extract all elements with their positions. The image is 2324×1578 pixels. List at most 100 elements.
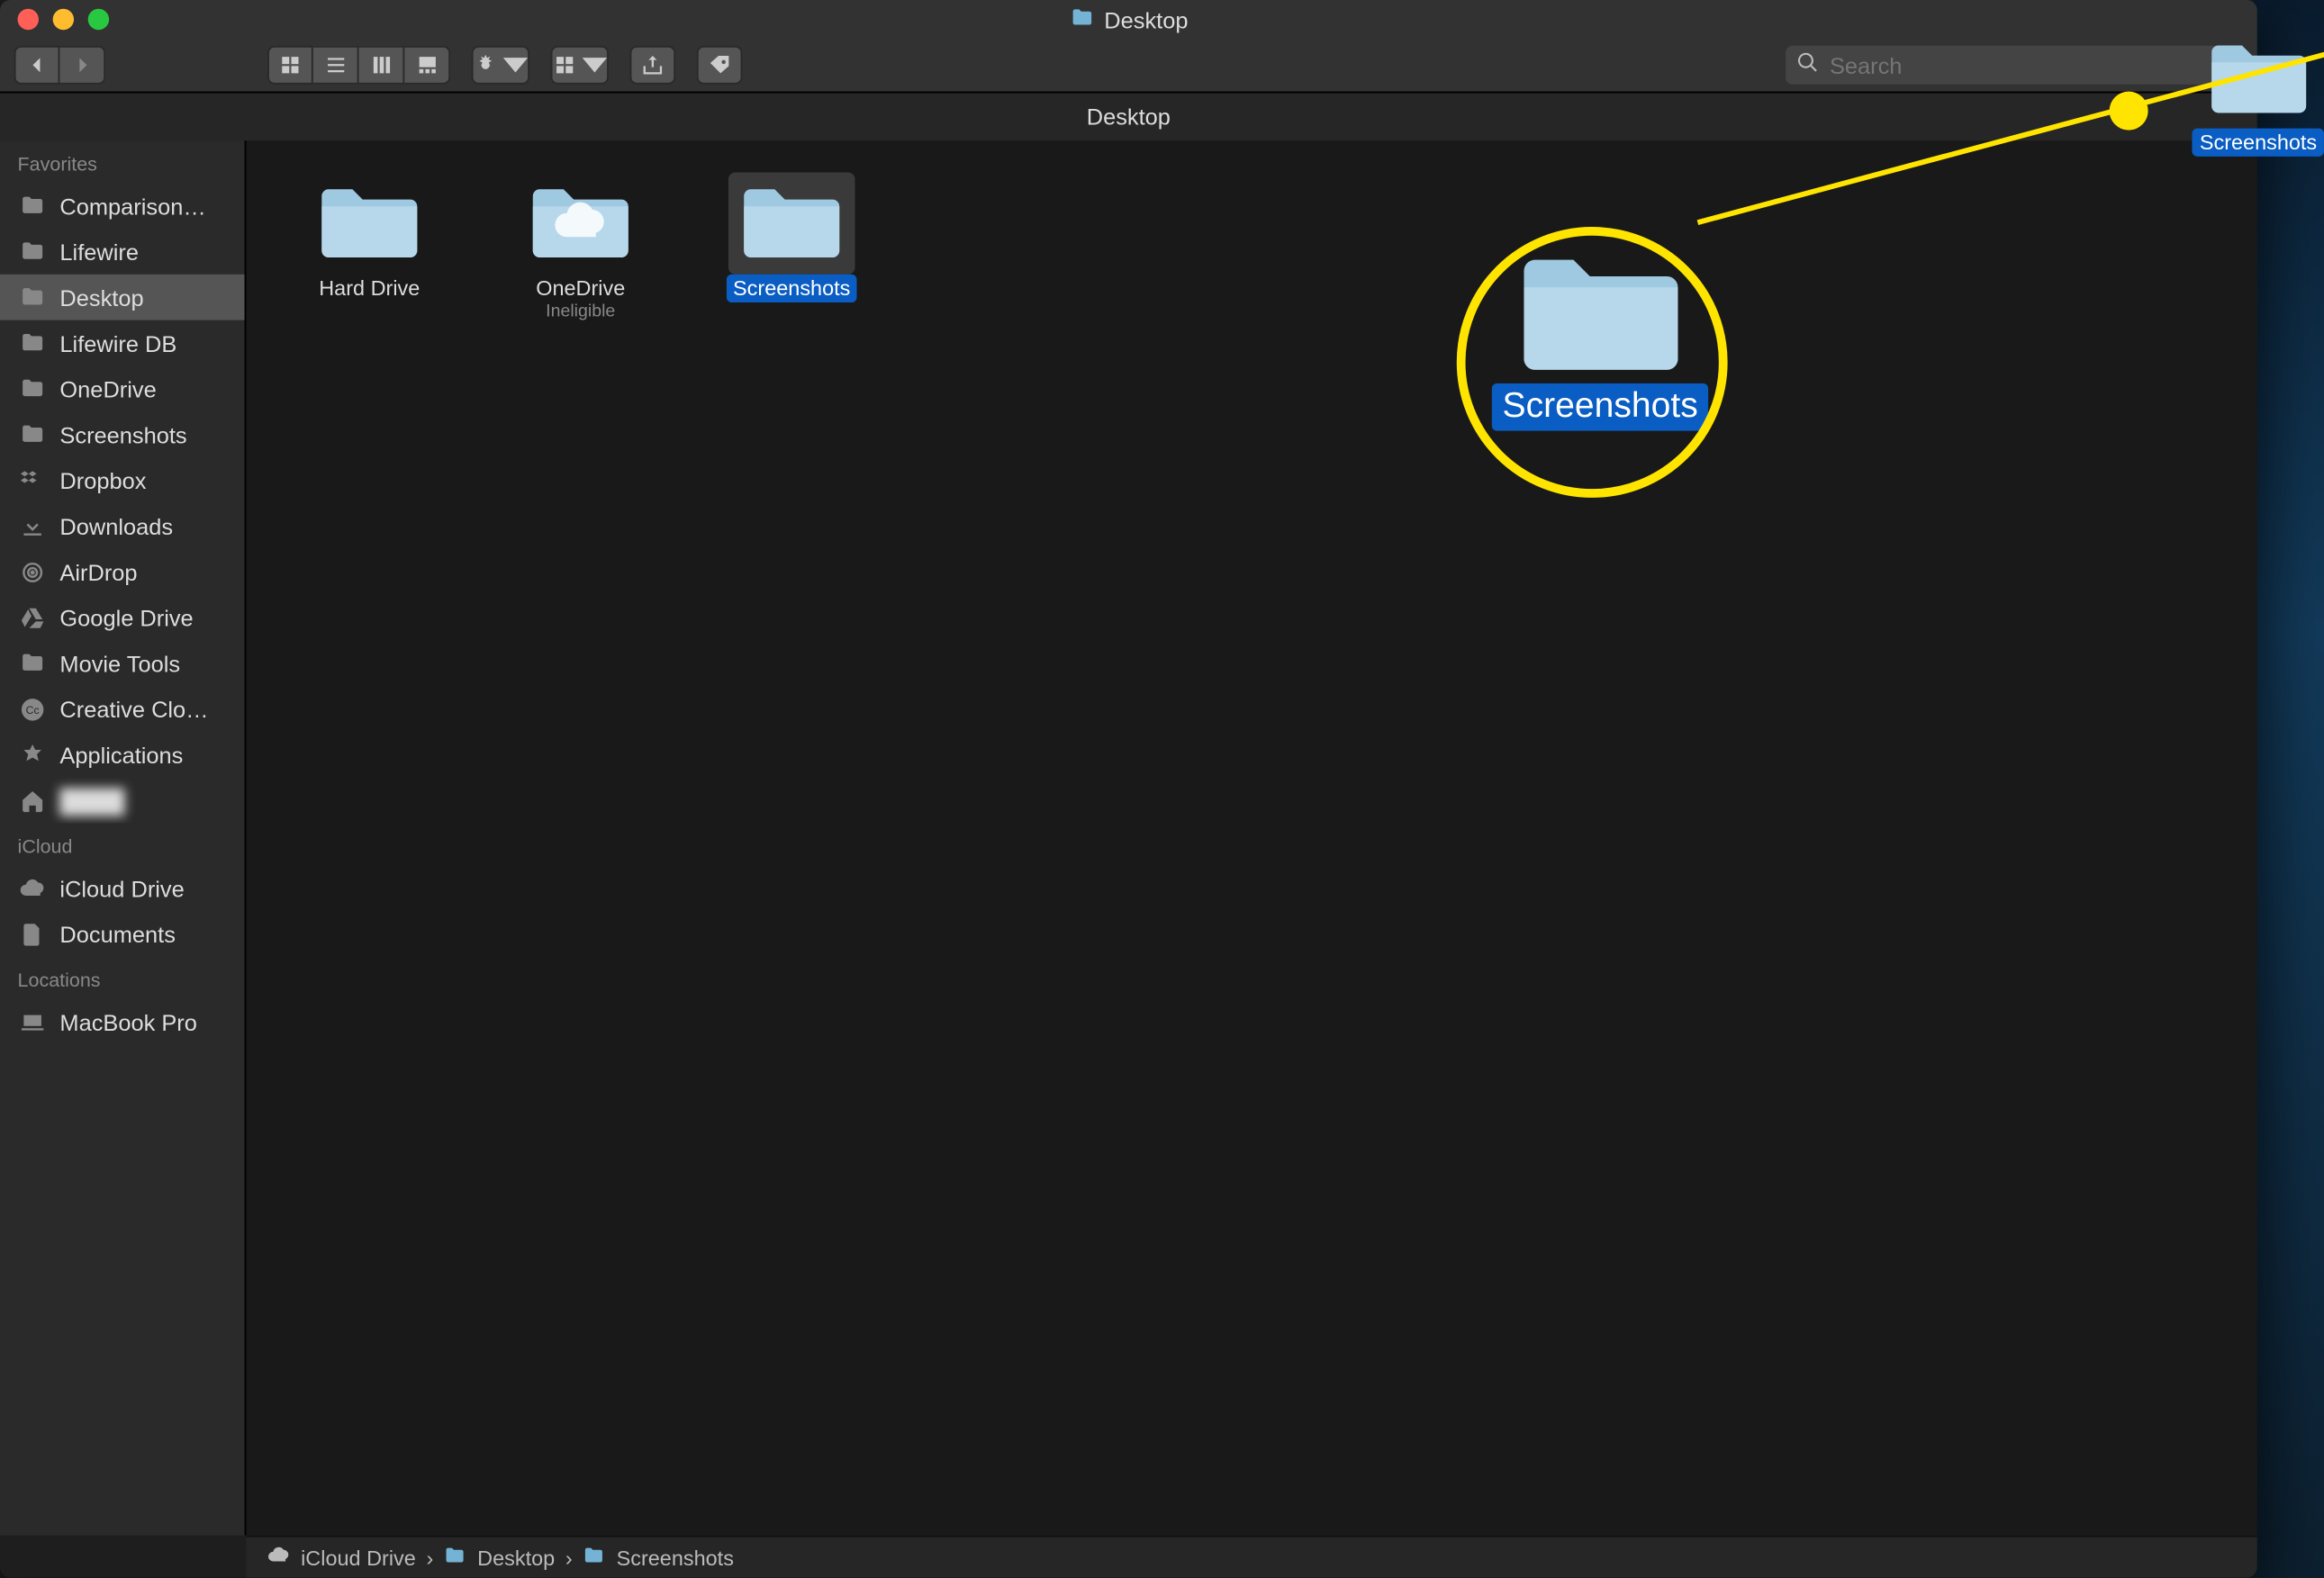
minimize-button[interactable] [53, 9, 74, 30]
sidebar-item-icloud-drive[interactable]: iCloud Drive [0, 865, 245, 911]
sidebar-item-label: Google Drive [59, 604, 193, 630]
sidebar-item-label: Downloads [59, 513, 173, 539]
sidebar-item-airdrop[interactable]: AirDrop [0, 549, 245, 595]
path-segment[interactable]: Screenshots [617, 1545, 734, 1569]
folder-icon [18, 192, 46, 220]
desktop-background [2254, 0, 2324, 1578]
sidebar-item-onedrive[interactable]: OneDrive [0, 365, 245, 411]
desktop-drag-target[interactable]: Screenshots [2193, 39, 2324, 157]
sidebar-item-label: iCloud Drive [59, 875, 184, 901]
sidebar-section-header: Favorites [0, 140, 245, 183]
cc-icon: Cc [18, 695, 46, 723]
folder-icon [306, 172, 433, 274]
sidebar-item-label: Lifewire DB [59, 329, 176, 356]
view-list-button[interactable] [313, 46, 359, 85]
folder-icon [2203, 39, 2312, 129]
download-icon [18, 512, 46, 540]
location-header: Desktop [0, 92, 2257, 141]
path-segment[interactable]: iCloud Drive [301, 1545, 416, 1569]
traffic-lights [0, 9, 109, 30]
sidebar-item-label: Creative Clo… [59, 696, 208, 722]
sidebar-section-header: Locations [0, 957, 245, 999]
group-menu-button[interactable] [551, 46, 609, 85]
file-item-label: Hard Drive [312, 275, 427, 302]
folder-icon [18, 329, 46, 356]
sidebar-item-label: AirDrop [59, 558, 137, 584]
location-header-text: Desktop [1087, 104, 1171, 130]
doc-icon [18, 920, 46, 948]
share-button[interactable] [629, 46, 675, 85]
forward-button[interactable] [59, 46, 105, 85]
apps-icon [18, 741, 46, 769]
action-menu-button[interactable] [472, 46, 529, 85]
chevron-right-icon: › [565, 1545, 573, 1569]
file-item-onedrive[interactable]: OneDriveIneligible [511, 172, 651, 321]
file-item-label: OneDrive [529, 275, 632, 302]
path-bar[interactable]: iCloud Drive › Desktop › Screenshots [247, 1536, 2257, 1578]
sidebar-item-label: Lifewire [59, 239, 139, 265]
finder-window: Desktop [0, 0, 2257, 1578]
close-button[interactable] [18, 9, 39, 30]
folder-icon [18, 374, 46, 402]
file-item-sublabel: Ineligible [546, 302, 615, 321]
folder-icon [728, 172, 855, 274]
folder-icon [18, 238, 46, 266]
sidebar-item-comparison-[interactable]: Comparison… [0, 183, 245, 229]
sidebar-item-downloads[interactable]: Downloads [0, 503, 245, 549]
sidebar-item-label: Dropbox [59, 467, 146, 493]
file-item-screenshots[interactable]: Screenshots [721, 172, 862, 321]
window-title-text: Desktop [1104, 6, 1188, 32]
search-field[interactable] [1786, 46, 2243, 85]
annotation-magnified-folder: Screenshots [1492, 247, 1709, 431]
sidebar-item-desktop[interactable]: Desktop [0, 275, 245, 320]
sidebar-item-documents[interactable]: Documents [0, 911, 245, 957]
sidebar-item-applications[interactable]: Applications [0, 732, 245, 778]
chevron-right-icon: › [427, 1545, 434, 1569]
sidebar-item-label: Screenshots [59, 421, 186, 447]
dropbox-icon [18, 466, 46, 494]
sidebar-item-macbook-pro[interactable]: MacBook Pro [0, 999, 245, 1045]
sidebar-item-lifewire-db[interactable]: Lifewire DB [0, 320, 245, 366]
content-area[interactable]: Hard Drive OneDriveIneligible Screenshots [247, 140, 2257, 1535]
sidebar-item-google-drive[interactable]: Google Drive [0, 594, 245, 640]
sidebar-item-label: OneDrive [59, 375, 156, 401]
sidebar-item-label: Movie Tools [59, 650, 180, 676]
sidebar: Favorites Comparison… Lifewire Desktop Lifew… [0, 140, 247, 1535]
file-item-hard-drive[interactable]: Hard Drive [299, 172, 439, 321]
view-gallery-button[interactable] [404, 46, 450, 85]
search-input[interactable] [1830, 52, 2232, 78]
sidebar-item-home[interactable]: ████ [0, 778, 245, 824]
title-bar: Desktop [0, 0, 2257, 39]
tags-button[interactable] [697, 46, 743, 85]
folder-icon [1069, 5, 1093, 34]
sidebar-item-screenshots[interactable]: Screenshots [0, 411, 245, 457]
sidebar-item-lifewire[interactable]: Lifewire [0, 229, 245, 275]
view-icon-button[interactable] [267, 46, 313, 85]
sidebar-item-dropbox[interactable]: Dropbox [0, 457, 245, 503]
cloud-icon [18, 874, 46, 902]
sidebar-item-creative-clo-[interactable]: Cc Creative Clo… [0, 686, 245, 732]
back-button[interactable] [14, 46, 60, 85]
folder-icon [583, 1543, 605, 1571]
path-segment[interactable]: Desktop [477, 1545, 555, 1569]
maximize-button[interactable] [88, 9, 109, 30]
laptop-icon [18, 1008, 46, 1036]
sidebar-item-label: Documents [59, 921, 175, 947]
cloud-icon [267, 1543, 290, 1571]
folder-icon [517, 172, 644, 274]
sidebar-item-label: Applications [59, 742, 183, 768]
folder-icon [18, 420, 46, 448]
annotation-magnified-label: Screenshots [1492, 383, 1709, 431]
sidebar-item-label: Comparison… [59, 193, 205, 219]
sidebar-item-movie-tools[interactable]: Movie Tools [0, 640, 245, 686]
sidebar-item-label: Desktop [59, 284, 143, 311]
file-item-label: Screenshots [726, 275, 857, 302]
folder-icon [444, 1543, 466, 1571]
view-column-button[interactable] [359, 46, 405, 85]
window-title: Desktop [1069, 5, 1188, 34]
gdrive-icon [18, 603, 46, 631]
airdrop-icon [18, 557, 46, 585]
folder-icon [18, 649, 46, 677]
svg-text:Cc: Cc [25, 703, 39, 716]
sidebar-item-label: ████ [59, 787, 124, 813]
